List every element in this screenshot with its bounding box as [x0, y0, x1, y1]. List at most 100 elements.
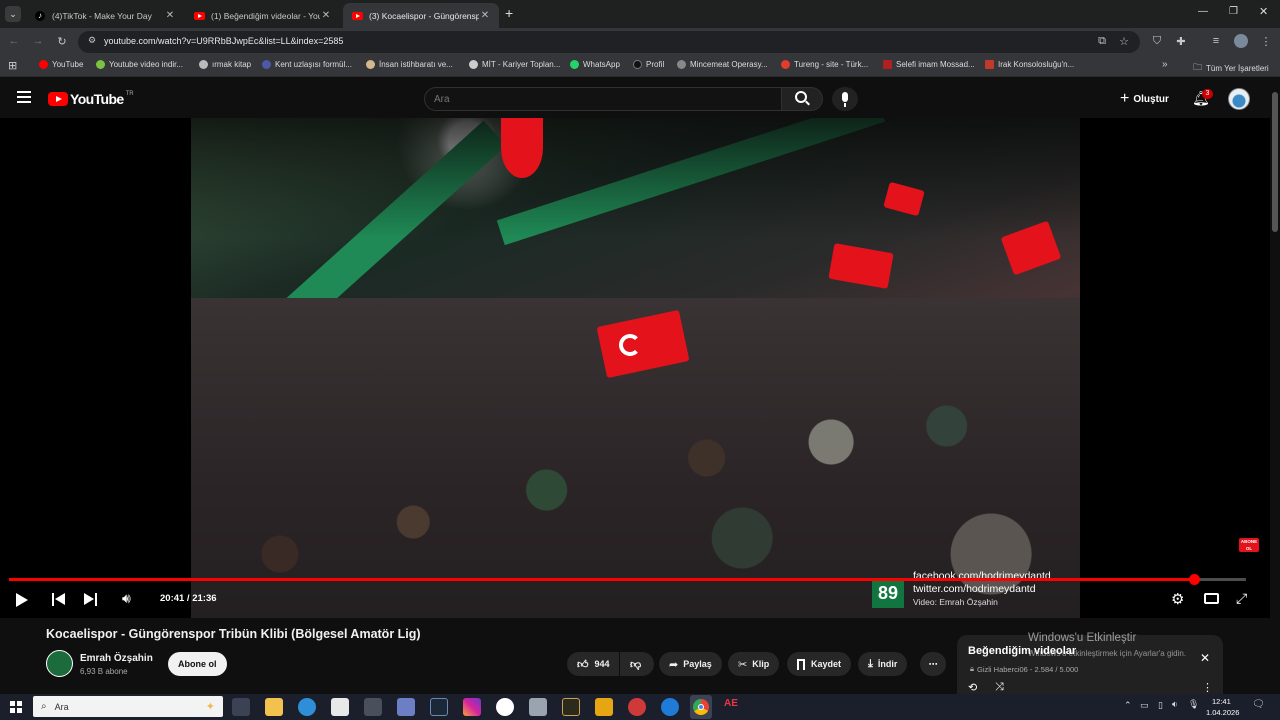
- league-icon[interactable]: [562, 698, 580, 716]
- close-tab-icon[interactable]: ✕: [320, 10, 332, 21]
- clip-button[interactable]: ✂ Klip: [728, 652, 780, 676]
- bookmark-label: Youtube video indir...: [109, 60, 183, 69]
- windows-start-icon[interactable]: [10, 701, 22, 713]
- hamburger-menu-icon[interactable]: [17, 91, 31, 103]
- share-arrow-icon: ➦: [669, 658, 679, 671]
- tab-title: (4)TikTok - Make Your Day: [52, 10, 152, 21]
- battery-icon[interactable]: ▯: [1158, 700, 1163, 711]
- video-frame[interactable]: [191, 118, 1080, 618]
- pdf-reader-icon[interactable]: [595, 698, 613, 716]
- bookmark-kent-uzlasisi[interactable]: Kent uzlaşısı formül...: [262, 60, 352, 69]
- new-tab-button[interactable]: +: [505, 5, 513, 21]
- seek-bar-scrubber[interactable]: [1189, 574, 1201, 585]
- settings-gear-icon[interactable]: [364, 698, 382, 716]
- task-view-icon[interactable]: [232, 698, 250, 716]
- tab-search-button[interactable]: ⌄: [5, 6, 21, 22]
- bookmark-mit-kariyer[interactable]: MİT - Kariyer Toplan...: [469, 60, 560, 69]
- site-icon: [985, 60, 994, 69]
- extensions-puzzle-icon[interactable]: ✚: [1173, 35, 1189, 48]
- shuffle-icon[interactable]: ⤨: [995, 681, 1004, 694]
- bookmark-mincemeat[interactable]: Mincemeat Operasy...: [677, 60, 768, 69]
- like-button[interactable]: 👍︎ 944: [567, 652, 619, 676]
- notification-center-icon[interactable]: 🗨︎: [1252, 699, 1265, 710]
- tray-chevron-icon[interactable]: ⌃: [1124, 700, 1132, 711]
- bookmark-insan-istihbarati[interactable]: İnsan istihbaratı ve...: [366, 60, 453, 69]
- extension-shield-icon[interactable]: ⛉: [1149, 35, 1165, 48]
- site-info-icon[interactable]: ⚙: [84, 35, 100, 46]
- edge-icon[interactable]: [298, 698, 316, 716]
- volume-icon[interactable]: 🔊︎: [122, 590, 131, 607]
- media-control-icon[interactable]: ≡: [1208, 35, 1224, 47]
- all-bookmarks-folder[interactable]: 🗀 Tüm Yer İşaretleri: [1193, 60, 1269, 76]
- app-blue-icon[interactable]: [661, 698, 679, 716]
- bookmark-video-download[interactable]: Youtube video indir...: [96, 60, 183, 69]
- virtualbox-icon[interactable]: [397, 698, 415, 716]
- create-button[interactable]: + Oluştur: [1120, 89, 1169, 109]
- chatgpt-icon[interactable]: [496, 698, 514, 716]
- account-avatar[interactable]: [1228, 88, 1250, 110]
- apps-grid-icon[interactable]: ⊞: [8, 59, 17, 72]
- chrome-icon[interactable]: [690, 695, 712, 719]
- taskbar-search-box[interactable]: ⌕ Ara ✦: [33, 696, 223, 717]
- miniplayer-icon[interactable]: [1204, 593, 1219, 604]
- close-tab-icon[interactable]: ✕: [164, 10, 176, 21]
- youtube-logo[interactable]: YouTube TR: [48, 91, 134, 107]
- url-text[interactable]: youtube.com/watch?v=U9RRbBJwpEc&list=LL&…: [104, 36, 343, 46]
- settings-gear-icon[interactable]: ⚙: [1171, 590, 1184, 608]
- restore-window-icon[interactable]: ❐: [1229, 6, 1238, 17]
- volume-tray-icon[interactable]: 🔉︎: [1172, 699, 1178, 710]
- chrome-menu-icon[interactable]: ⋮: [1258, 35, 1274, 48]
- profile-avatar[interactable]: [1234, 34, 1248, 48]
- back-icon[interactable]: ←: [6, 35, 22, 47]
- tab-liked-videos[interactable]: (1) Beğendiğim videolar - YouT ✕: [185, 3, 340, 28]
- app-logo-icon[interactable]: AE: [724, 698, 742, 716]
- clock-date[interactable]: 1.04.2026: [1206, 708, 1239, 717]
- close-playlist-icon[interactable]: ✕: [1200, 651, 1210, 665]
- tab-current-video[interactable]: (3) Kocaelispor - Güngörenspor ✕: [343, 3, 499, 28]
- save-button[interactable]: Kaydet: [787, 652, 852, 676]
- play-icon[interactable]: [16, 593, 28, 607]
- steam-icon[interactable]: [430, 698, 448, 716]
- more-actions-button[interactable]: ⋯: [920, 652, 946, 676]
- reload-icon[interactable]: ↻: [54, 35, 70, 48]
- bookmark-profil[interactable]: Profil: [633, 60, 664, 69]
- page-scrollbar[interactable]: [1272, 92, 1278, 232]
- bookmark-selefi-imam[interactable]: Selefi imam Mossad...: [883, 60, 975, 69]
- close-tab-icon[interactable]: ✕: [479, 10, 491, 21]
- install-app-icon[interactable]: ⧉: [1094, 35, 1110, 48]
- playlist-more-icon[interactable]: ⋮: [1202, 681, 1213, 694]
- loop-icon[interactable]: ⟲: [968, 681, 977, 694]
- corner-subscribe-badge[interactable]: ABONE OL: [1239, 538, 1259, 552]
- channel-name[interactable]: Emrah Özşahin: [80, 653, 153, 664]
- seek-bar[interactable]: [9, 574, 1246, 585]
- previous-icon[interactable]: [52, 593, 65, 606]
- subscribe-button[interactable]: Abone ol: [168, 652, 227, 676]
- app-red-icon[interactable]: [628, 698, 646, 716]
- instagram-icon[interactable]: [463, 698, 481, 716]
- minimize-window-icon[interactable]: —: [1198, 6, 1208, 17]
- channel-avatar[interactable]: [46, 650, 73, 677]
- more-bookmarks-icon[interactable]: »: [1162, 59, 1168, 70]
- microphone-tray-icon[interactable]: 🎙︎: [1188, 699, 1199, 710]
- bookmark-irak-konsoloslugu[interactable]: Irak Konsolosluğu'n...: [985, 60, 1074, 69]
- bookmark-whatsapp[interactable]: WhatsApp: [570, 60, 620, 69]
- clip-label: Klip: [752, 659, 770, 669]
- bookmark-irmak-kitap[interactable]: ırmak kitap: [199, 60, 251, 69]
- network-icon[interactable]: ▭: [1140, 700, 1149, 711]
- forward-icon[interactable]: →: [30, 35, 46, 47]
- download-button[interactable]: ⤓ İndir: [858, 652, 908, 676]
- bookmark-star-icon[interactable]: ☆: [1116, 35, 1132, 48]
- search-input[interactable]: [434, 90, 774, 108]
- app-icon[interactable]: [529, 698, 547, 716]
- bookmark-tureng[interactable]: Tureng - site - Türk...: [781, 60, 868, 69]
- clock-time[interactable]: 12:41: [1212, 697, 1231, 706]
- share-button[interactable]: ➦ Paylaş: [659, 652, 722, 676]
- next-icon[interactable]: [84, 593, 97, 606]
- tab-tiktok[interactable]: ♪ (4)TikTok - Make Your Day ✕: [26, 3, 184, 28]
- fullscreen-icon[interactable]: ⤢: [1236, 590, 1247, 607]
- store-icon[interactable]: [331, 698, 349, 716]
- close-window-icon[interactable]: ✕: [1259, 5, 1268, 18]
- file-explorer-icon[interactable]: [265, 698, 283, 716]
- bookmark-youtube[interactable]: YouTube: [39, 60, 83, 69]
- dislike-button[interactable]: 👎︎: [620, 652, 654, 676]
